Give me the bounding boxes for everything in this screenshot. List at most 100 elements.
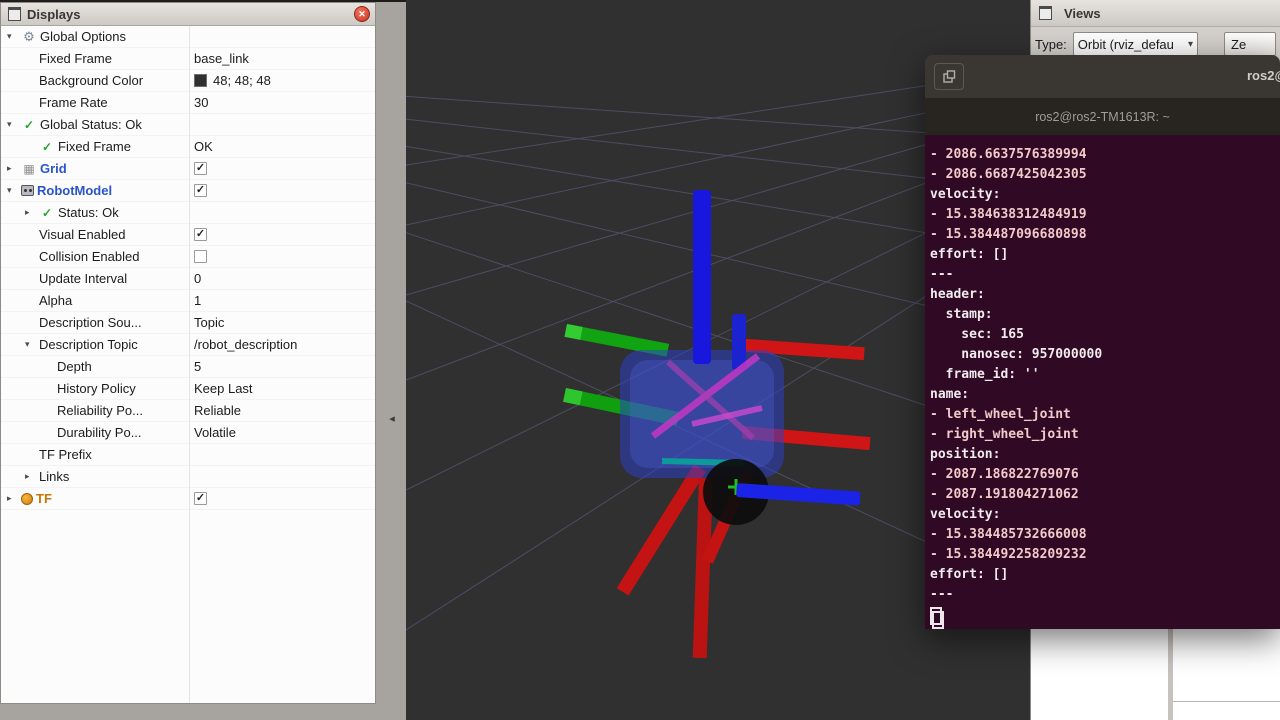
expander-icon[interactable] (7, 493, 21, 504)
property-row[interactable]: Visual Enabled (1, 224, 375, 246)
displays-titlebar[interactable]: Displays ✕ (1, 3, 375, 26)
property-value-text: /robot_description (194, 337, 297, 352)
property-label: Global Status: Ok (40, 117, 142, 132)
expander-icon[interactable] (7, 163, 21, 174)
expander-icon[interactable] (7, 119, 21, 130)
property-label: Alpha (39, 293, 72, 308)
property-value-cell[interactable]: 0 (189, 271, 375, 286)
property-row[interactable]: History Policy Keep Last (1, 378, 375, 400)
property-name-cell: ⚙Global Options (1, 29, 189, 44)
property-value-cell[interactable]: Volatile (189, 425, 375, 440)
property-row[interactable]: ✓Status: Ok (1, 202, 375, 224)
color-swatch (194, 74, 207, 87)
checkbox[interactable] (194, 184, 207, 197)
property-name-cell: Update Interval (1, 271, 189, 286)
checkbox[interactable] (194, 250, 207, 263)
property-label: Status: Ok (58, 205, 119, 220)
rviz-application: Displays ✕ ⚙Global Options Fixed Frame bas… (0, 0, 1280, 720)
property-row[interactable]: Alpha 1 (1, 290, 375, 312)
check-icon: ✓ (39, 140, 55, 154)
property-row[interactable]: Frame Rate30 (1, 92, 375, 114)
view-type-dropdown[interactable]: Orbit (rviz_defau (1073, 32, 1198, 56)
expander-icon[interactable] (25, 339, 39, 350)
property-label: Durability Po... (57, 425, 142, 440)
terminal-line: position: (930, 445, 1276, 465)
property-value-cell[interactable]: base_link (189, 51, 375, 66)
property-label: Fixed Frame (58, 139, 131, 154)
terminal-line: velocity: (930, 185, 1276, 205)
check-icon: ✓ (21, 118, 37, 132)
property-label: TF Prefix (39, 447, 92, 462)
zero-button[interactable]: Ze (1224, 32, 1276, 56)
property-row[interactable]: ✓Global Status: Ok (1, 114, 375, 136)
property-value-cell[interactable]: 5 (189, 359, 375, 374)
property-value-cell[interactable] (189, 184, 375, 197)
property-value-cell[interactable]: Reliable (189, 403, 375, 418)
property-row[interactable]: Fixed Frame base_link (1, 48, 375, 70)
property-value-cell[interactable] (189, 228, 375, 241)
property-row[interactable]: ▦Grid (1, 158, 375, 180)
property-value-cell[interactable] (189, 162, 375, 175)
property-row[interactable]: Depth 5 (1, 356, 375, 378)
grid-icon: ▦ (21, 162, 37, 176)
terminal-cursor (932, 611, 944, 629)
expander-icon[interactable] (7, 185, 21, 196)
property-row[interactable]: Links (1, 466, 375, 488)
property-label: Fixed Frame (39, 51, 112, 66)
terminal-output[interactable]: - 2086.6637576389994- 2086.6687425042305… (925, 135, 1280, 629)
terminal-line: --- (930, 585, 1276, 605)
views-hline (1173, 701, 1280, 702)
property-row[interactable]: ✓Fixed Frame OK (1, 136, 375, 158)
property-row[interactable]: TF Prefix (1, 444, 375, 466)
property-value-cell[interactable]: 30 (189, 95, 375, 110)
property-value-cell[interactable]: 48; 48; 48 (189, 73, 375, 88)
expander-icon[interactable] (25, 471, 39, 482)
panel-icon (1039, 6, 1052, 20)
property-row[interactable]: Update Interval0 (1, 268, 375, 290)
property-row[interactable]: Durability Po... Volatile (1, 422, 375, 444)
terminal-window[interactable]: ros2@ ros2@ros2-TM1613R: ~ - 2086.663757… (925, 55, 1280, 629)
property-value-cell[interactable] (189, 492, 375, 505)
terminal-tab-title[interactable]: ros2@ros2-TM1613R: ~ (1035, 110, 1170, 124)
terminal-line: - 15.384487096680898 (930, 225, 1276, 245)
property-label: Depth (57, 359, 92, 374)
property-row[interactable]: Collision Enabled (1, 246, 375, 268)
property-value-cell[interactable]: Keep Last (189, 381, 375, 396)
property-value-cell[interactable]: /robot_description (189, 337, 375, 352)
terminal-line: - left_wheel_joint (930, 405, 1276, 425)
close-icon[interactable]: ✕ (354, 6, 370, 22)
terminal-titlebar[interactable]: ros2@ (925, 55, 1280, 99)
property-row[interactable]: Description Sou...Topic (1, 312, 375, 334)
property-value-cell[interactable]: OK (189, 139, 375, 154)
terminal-lines: - 2086.6637576389994- 2086.6687425042305… (930, 145, 1276, 629)
property-label: RobotModel (37, 183, 112, 198)
terminal-line (930, 607, 942, 625)
property-row[interactable]: Background Color48; 48; 48 (1, 70, 375, 92)
displays-panel-title: Displays (27, 7, 354, 22)
property-value-cell[interactable]: 1 (189, 293, 375, 308)
property-row[interactable]: ⚙Global Options (1, 26, 375, 48)
property-value-text: base_link (194, 51, 249, 66)
views-titlebar[interactable]: Views (1031, 0, 1280, 27)
checkbox[interactable] (194, 492, 207, 505)
checkbox[interactable] (194, 162, 207, 175)
property-row[interactable]: RobotModel (1, 180, 375, 202)
terminal-line: effort: [] (930, 565, 1276, 585)
property-row[interactable]: Description Topic/robot_description (1, 334, 375, 356)
property-value-cell[interactable]: Topic (189, 315, 375, 330)
property-label: History Policy (57, 381, 136, 396)
property-label: Grid (40, 161, 67, 176)
expander-icon[interactable] (25, 207, 39, 218)
property-value-cell[interactable] (189, 250, 375, 263)
expander-icon[interactable] (7, 31, 21, 42)
checkbox[interactable] (194, 228, 207, 241)
panel-collapse-handle[interactable]: ◂ (385, 409, 399, 429)
terminal-tab-bar[interactable]: ros2@ros2-TM1613R: ~ (925, 99, 1280, 135)
property-name-cell: ✓Global Status: Ok (1, 117, 189, 132)
new-tab-button[interactable] (934, 63, 964, 90)
property-row[interactable]: Reliability Po...Reliable (1, 400, 375, 422)
terminal-line: effort: [] (930, 245, 1276, 265)
property-label: Description Topic (39, 337, 138, 352)
check-icon: ✓ (39, 206, 55, 220)
property-row[interactable]: TF (1, 488, 375, 510)
